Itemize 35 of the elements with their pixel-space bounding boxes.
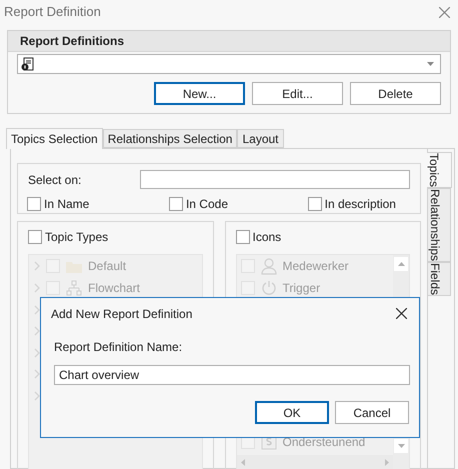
option-label: In Code [186,196,228,213]
power-icon [260,280,276,296]
name-field[interactable]: Chart overview [54,365,410,385]
dialog-button[interactable]: OK [255,401,329,424]
side-tab[interactable]: Relationships [428,188,451,262]
tab[interactable]: Layout [237,129,284,148]
group-title: Report Definitions [20,33,124,50]
side-tab[interactable]: Fields [428,262,451,296]
person-icon [260,258,276,274]
close-icon[interactable] [396,308,407,319]
dialog-title: Add New Report Definition [51,306,192,322]
panel-title: Topic Types [45,229,108,246]
option-label: In Name [44,196,90,213]
flowchart-icon [66,280,82,296]
report-dropdown[interactable] [17,54,441,74]
dialog-button[interactable]: Edit... [252,82,343,105]
scroll-down-icon[interactable] [398,444,404,448]
checkbox[interactable] [308,197,322,211]
select-on-label: Select on: [28,172,82,188]
scroll-up-icon[interactable] [398,262,404,266]
dialog-button[interactable]: Delete [350,82,441,105]
dialog-button[interactable]: New... [154,82,245,105]
report-icon [20,57,34,71]
window-title: Report Definition [4,3,101,22]
caret-icon[interactable] [427,62,434,66]
tab[interactable]: Topics Selection [6,128,103,149]
dialog-button[interactable]: Cancel [335,401,409,424]
side-tab[interactable]: Topics [427,152,452,188]
panel-title: Icons [252,229,282,246]
field-label: Report Definition Name: [54,340,182,354]
search-field[interactable] [140,170,410,189]
checkbox[interactable] [27,197,41,211]
tab[interactable]: Relationships Selection [102,129,238,148]
option-label: In description [324,196,396,213]
checkbox[interactable] [168,197,183,211]
